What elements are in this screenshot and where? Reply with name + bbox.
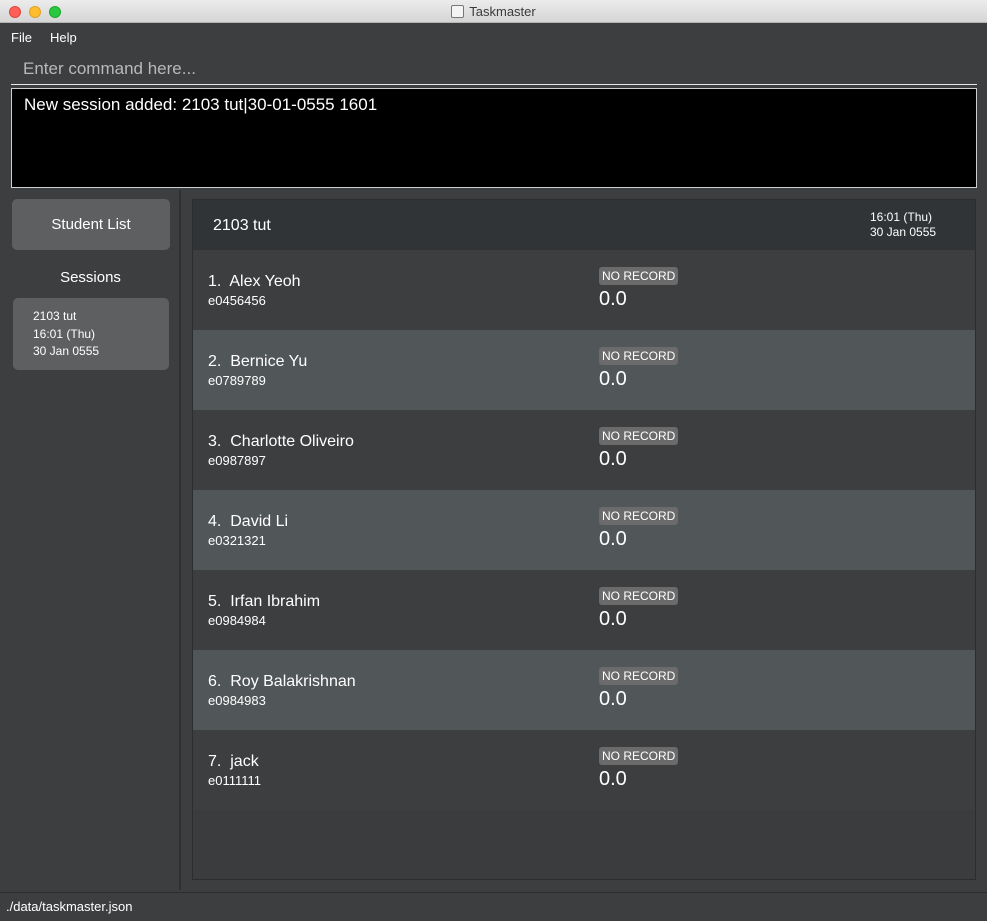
student-id: e0984984 xyxy=(208,613,266,628)
session-panel: 2103 tut 16:01 (Thu) 30 Jan 0555 1. Alex… xyxy=(192,199,976,880)
student-name-line: 6. Roy Balakrishnan xyxy=(208,673,356,691)
student-id: e0987897 xyxy=(208,453,266,468)
status-badge: NO RECORD xyxy=(599,747,679,765)
student-name: Alex Yeoh xyxy=(229,273,301,290)
student-list-button[interactable]: Student List xyxy=(12,199,170,250)
student-row[interactable]: 2. Bernice Yu e0789789 NO RECORD 0.0 xyxy=(193,330,975,410)
student-id: e0984983 xyxy=(208,693,266,708)
student-name-line: 2. Bernice Yu xyxy=(208,353,307,371)
menu-file[interactable]: File xyxy=(11,30,32,45)
sidebar: Student List Sessions 2103 tut 16:01 (Th… xyxy=(0,190,181,890)
student-index: 3. xyxy=(208,433,222,450)
status-badge: NO RECORD xyxy=(599,267,679,285)
student-score: 0.0 xyxy=(599,608,627,630)
data-file-path: ./data/taskmaster.json xyxy=(6,899,133,914)
student-index: 1. xyxy=(208,273,222,290)
session-card-time: 16:01 (Thu) xyxy=(33,326,96,341)
sessions-heading: Sessions xyxy=(60,269,121,286)
status-badge: NO RECORD xyxy=(599,667,679,685)
student-id: e0789789 xyxy=(208,373,266,388)
student-name: Irfan Ibrahim xyxy=(230,593,321,610)
session-time: 16:01 (Thu) xyxy=(870,210,933,224)
student-name-line: 5. Irfan Ibrahim xyxy=(208,593,320,611)
result-display: New session added: 2103 tut|30-01-0555 1… xyxy=(11,88,977,188)
student-index: 7. xyxy=(208,753,222,770)
title-bar: Taskmaster xyxy=(0,0,987,23)
student-name: David Li xyxy=(230,513,289,530)
window-title-wrap: Taskmaster xyxy=(0,4,987,19)
student-name-line: 3. Charlotte Oliveiro xyxy=(208,433,354,451)
session-title: 2103 tut xyxy=(213,217,271,234)
session-datetime: 16:01 (Thu) 30 Jan 0555 xyxy=(870,210,936,240)
session-date: 30 Jan 0555 xyxy=(870,225,937,239)
command-box xyxy=(11,53,977,85)
student-index: 4. xyxy=(208,513,222,530)
menu-help[interactable]: Help xyxy=(50,30,77,45)
student-name: Roy Balakrishnan xyxy=(230,673,356,690)
student-index: 6. xyxy=(208,673,222,690)
student-id: e0456456 xyxy=(208,293,266,308)
session-card-date: 30 Jan 0555 xyxy=(33,344,100,358)
student-score: 0.0 xyxy=(599,368,627,390)
student-score: 0.0 xyxy=(599,448,627,470)
student-row[interactable]: 1. Alex Yeoh e0456456 NO RECORD 0.0 xyxy=(193,250,975,330)
student-name: Bernice Yu xyxy=(230,353,308,370)
student-score: 0.0 xyxy=(599,288,627,310)
command-input[interactable] xyxy=(23,59,965,79)
student-row[interactable]: 5. Irfan Ibrahim e0984984 NO RECORD 0.0 xyxy=(193,570,975,650)
student-score: 0.0 xyxy=(599,688,627,710)
student-name: Charlotte Oliveiro xyxy=(230,433,354,450)
window-title: Taskmaster xyxy=(469,4,536,19)
student-score: 0.0 xyxy=(599,768,627,790)
status-badge: NO RECORD xyxy=(599,587,679,605)
student-row[interactable]: 7. jack e0111111 NO RECORD 0.0 xyxy=(193,730,975,810)
status-badge: NO RECORD xyxy=(599,507,679,525)
result-text: New session added: 2103 tut|30-01-0555 1… xyxy=(24,95,378,114)
session-card-name: 2103 tut xyxy=(33,309,77,323)
student-name-line: 7. jack xyxy=(208,753,259,771)
student-row[interactable]: 6. Roy Balakrishnan e0984983 NO RECORD 0… xyxy=(193,650,975,730)
session-card[interactable]: 2103 tut 16:01 (Thu) 30 Jan 0555 xyxy=(13,298,169,370)
student-index: 2. xyxy=(208,353,222,370)
student-score: 0.0 xyxy=(599,528,627,550)
status-bar: ./data/taskmaster.json xyxy=(0,892,987,921)
student-index: 5. xyxy=(208,593,222,610)
student-id: e0111111 xyxy=(208,773,262,788)
student-name-line: 4. David Li xyxy=(208,513,288,531)
status-badge: NO RECORD xyxy=(599,427,679,445)
student-id: e0321321 xyxy=(208,533,266,548)
session-header: 2103 tut 16:01 (Thu) 30 Jan 0555 xyxy=(193,200,975,250)
app-icon xyxy=(451,5,465,18)
student-name-line: 1. Alex Yeoh xyxy=(208,273,301,291)
student-row[interactable]: 3. Charlotte Oliveiro e0987897 NO RECORD… xyxy=(193,410,975,490)
student-row[interactable]: 4. David Li e0321321 NO RECORD 0.0 xyxy=(193,490,975,570)
status-badge: NO RECORD xyxy=(599,347,679,365)
student-name: jack xyxy=(230,753,259,770)
menu-bar: File Help xyxy=(0,23,987,49)
